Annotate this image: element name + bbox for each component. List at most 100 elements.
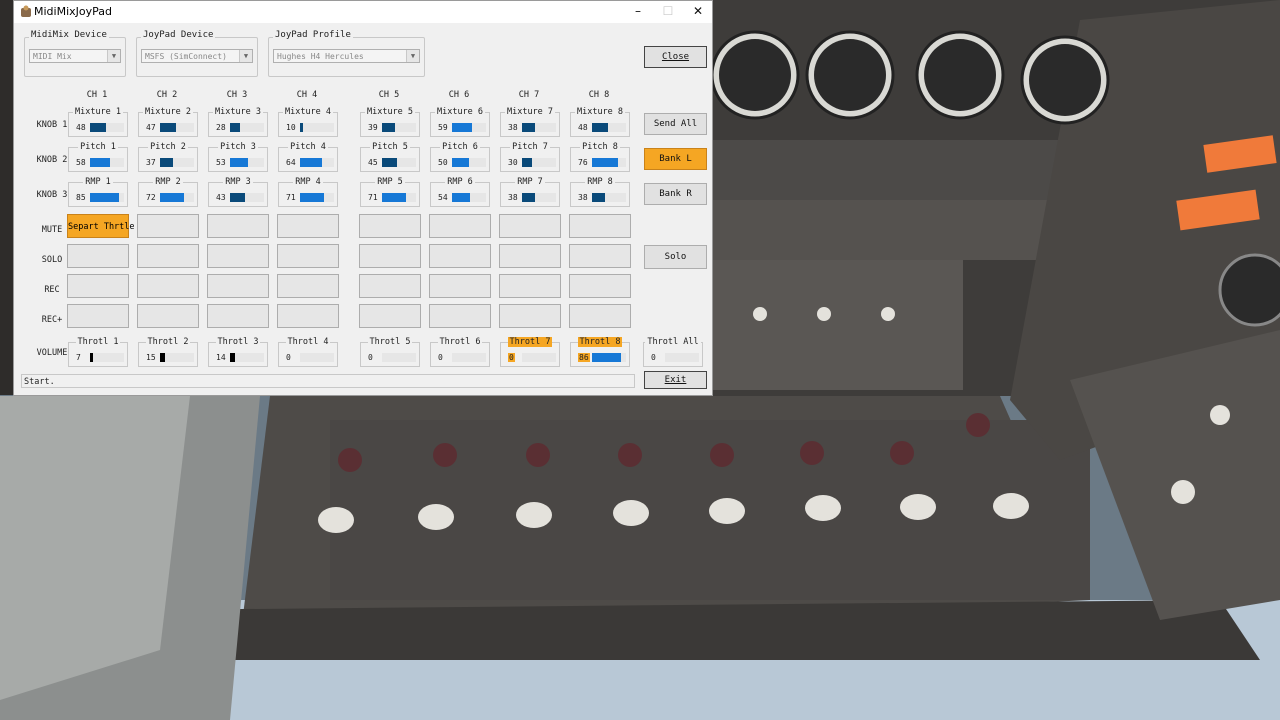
minimize-button[interactable]: – [623,1,653,23]
bank-l-button[interactable]: Bank L [644,148,707,170]
volume-control[interactable]: Throtl 8 86 [570,337,630,367]
solo-button-ch5[interactable] [359,244,421,268]
knob1-value: 59 [438,123,448,132]
knob2-value: 50 [438,158,448,167]
knob2-control[interactable]: Pitch 2 37 [138,142,198,172]
knob3-control[interactable]: RMP 1 85 [68,177,128,207]
joypad-device-select[interactable]: MSFS (SimConnect) ▼ [141,49,253,63]
knob3-control[interactable]: RMP 8 38 [570,177,630,207]
volume-value: 14 [216,353,226,362]
app-icon [21,5,31,17]
knob1-control[interactable]: Mixture 5 39 [360,107,420,137]
rec-button-ch8[interactable] [569,274,631,298]
knob1-control[interactable]: Mixture 1 48 [68,107,128,137]
volume-control[interactable]: Throtl 3 14 [208,337,268,367]
rec-button-ch2[interactable] [137,274,199,298]
knob1-control[interactable]: Mixture 2 47 [138,107,198,137]
channel-header: CH 6 [448,90,470,100]
bank-r-button[interactable]: Bank R [644,183,707,205]
status-bar: Start. [21,374,635,388]
knob2-control[interactable]: Pitch 1 58 [68,142,128,172]
volume-control[interactable]: Throtl 7 0 [500,337,560,367]
rec-button-ch4[interactable] [277,274,339,298]
knob2-control[interactable]: Pitch 7 30 [500,142,560,172]
mute-button-ch6[interactable] [429,214,491,238]
knob1-bar [452,123,486,132]
volume-control[interactable]: Throtl 6 0 [430,337,490,367]
knob1-bar [160,123,194,132]
knob2-bar [522,158,556,167]
knob1-control[interactable]: Mixture 4 10 [278,107,338,137]
knob2-value: 45 [368,158,378,167]
mute-button-ch4[interactable] [277,214,339,238]
volume-control[interactable]: Throtl 2 15 [138,337,198,367]
knob2-control[interactable]: Pitch 3 53 [208,142,268,172]
volume-all-control[interactable]: Throtl All 0 [643,337,703,367]
knob1-value: 48 [578,123,588,132]
recplus-button-ch8[interactable] [569,304,631,328]
knob3-control[interactable]: RMP 2 72 [138,177,198,207]
recplus-button-ch5[interactable] [359,304,421,328]
rec-button-ch6[interactable] [429,274,491,298]
solo-button-ch1[interactable] [67,244,129,268]
knob3-bar [452,193,486,202]
knob3-control[interactable]: RMP 7 38 [500,177,560,207]
chevron-down-icon: ▼ [107,50,120,62]
knob2-bar [382,158,416,167]
exit-button[interactable]: Exit [644,371,707,389]
knob2-control[interactable]: Pitch 5 45 [360,142,420,172]
knob3-label: RMP 8 [585,177,615,187]
knob3-control[interactable]: RMP 5 71 [360,177,420,207]
joypad-profile-value: Hughes H4 Hercules [277,52,364,61]
recplus-button-ch1[interactable] [67,304,129,328]
recplus-button-ch4[interactable] [277,304,339,328]
mute-button-ch1[interactable]: Separt Thrtle [67,214,135,238]
mute-button-ch3[interactable] [207,214,269,238]
knob2-label: Pitch 5 [370,142,410,152]
solo-button[interactable]: Solo [644,245,707,269]
recplus-button-ch7[interactable] [499,304,561,328]
knob2-bar-fill [90,158,110,167]
close-window-button[interactable]: ✕ [683,1,713,23]
mute-button-ch8[interactable] [569,214,631,238]
close-button[interactable]: Close [644,46,707,68]
volume-label: Throtl 8 [577,337,623,347]
maximize-button[interactable]: ☐ [653,1,683,23]
recplus-button-ch6[interactable] [429,304,491,328]
send-all-button[interactable]: Send All [644,113,707,135]
rec-button-ch1[interactable] [67,274,129,298]
knob2-control[interactable]: Pitch 6 50 [430,142,490,172]
solo-button-ch2[interactable] [137,244,199,268]
knob3-control[interactable]: RMP 6 54 [430,177,490,207]
knob1-control[interactable]: Mixture 6 59 [430,107,490,137]
midimix-device-select[interactable]: MIDI Mix ▼ [29,49,121,63]
knob1-label: Mixture 3 [212,107,264,117]
knob1-control[interactable]: Mixture 7 38 [500,107,560,137]
knob2-label: Pitch 8 [580,142,620,152]
mute-button-ch7[interactable] [499,214,561,238]
knob2-control[interactable]: Pitch 4 64 [278,142,338,172]
solo-button-ch6[interactable] [429,244,491,268]
solo-button-ch8[interactable] [569,244,631,268]
channel-header: CH 3 [226,90,248,100]
rec-button-ch7[interactable] [499,274,561,298]
knob2-control[interactable]: Pitch 8 76 [570,142,630,172]
knob3-bar-fill [300,193,324,202]
rec-button-ch3[interactable] [207,274,269,298]
volume-control[interactable]: Throtl 4 0 [278,337,338,367]
knob1-control[interactable]: Mixture 8 48 [570,107,630,137]
solo-button-ch7[interactable] [499,244,561,268]
knob3-control[interactable]: RMP 3 43 [208,177,268,207]
recplus-button-ch3[interactable] [207,304,269,328]
volume-control[interactable]: Throtl 5 0 [360,337,420,367]
recplus-button-ch2[interactable] [137,304,199,328]
rec-button-ch5[interactable] [359,274,421,298]
knob3-control[interactable]: RMP 4 71 [278,177,338,207]
mute-button-ch5[interactable] [359,214,421,238]
mute-button-ch2[interactable] [137,214,199,238]
solo-button-ch4[interactable] [277,244,339,268]
volume-control[interactable]: Throtl 1 7 [68,337,128,367]
joypad-profile-select[interactable]: Hughes H4 Hercules ▼ [273,49,420,63]
solo-button-ch3[interactable] [207,244,269,268]
knob1-control[interactable]: Mixture 3 28 [208,107,268,137]
